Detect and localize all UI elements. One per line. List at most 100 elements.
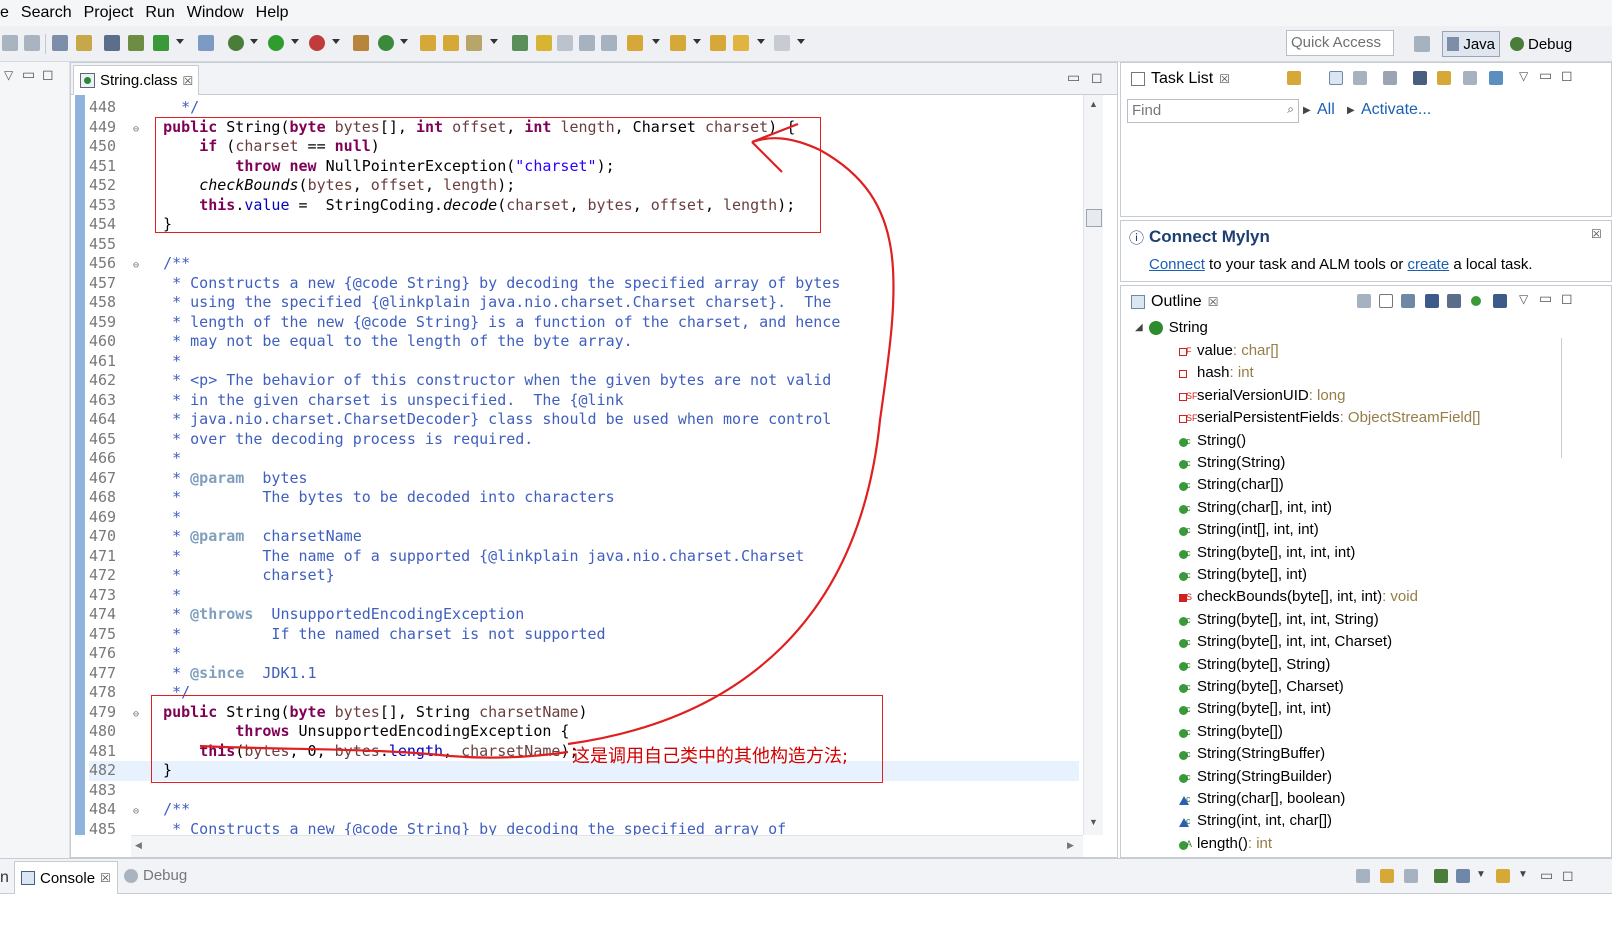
code-line[interactable]: 477 * @since JDK1.1 (89, 664, 1079, 684)
chevron-down-icon[interactable]: ▼ (1476, 869, 1486, 880)
maximize-icon[interactable]: ◻ (1091, 69, 1103, 86)
outline-member[interactable]: c String(char[]) (1177, 474, 1284, 496)
display-console-icon[interactable] (1456, 869, 1470, 883)
chevron-down-icon[interactable] (757, 39, 765, 44)
next-annotation-icon[interactable] (627, 35, 643, 51)
outline-member[interactable]: c String(byte[], int, int) (1177, 698, 1331, 720)
task-find-input[interactable]: Find ⌕ (1127, 99, 1299, 123)
scroll-down-icon[interactable]: ▼ (1089, 817, 1098, 827)
save-icon[interactable] (104, 35, 120, 51)
hide-static-icon[interactable] (1447, 294, 1461, 308)
outline-member[interactable]: Alength() : int (1177, 833, 1272, 855)
toggle-mark-occurrences-icon[interactable] (76, 35, 92, 51)
view-menu-icon[interactable]: ▽ (4, 68, 13, 82)
last-edit-icon[interactable] (710, 35, 726, 51)
code-line[interactable]: 468 * The bytes to be decoded into chara… (89, 488, 1079, 508)
outline-root-class[interactable]: ◢ String (1135, 317, 1208, 339)
checkbox-task-icon[interactable] (153, 35, 169, 51)
scroll-right-icon[interactable]: ▶ (1067, 840, 1074, 851)
run-icon[interactable] (268, 35, 284, 51)
scroll-lock-icon[interactable] (1380, 869, 1394, 883)
run-external-tools-icon[interactable] (309, 35, 325, 51)
perspective-java[interactable]: Java (1442, 31, 1500, 57)
code-line[interactable]: 457 * Constructs a new {@code String} by… (89, 274, 1079, 294)
code-line[interactable]: 455 (89, 235, 1079, 255)
outline-member[interactable]: SF serialVersionUID : long (1177, 385, 1345, 407)
menu-window[interactable]: Window (181, 0, 250, 26)
outline-member[interactable]: c String(byte[], int, int, String) (1177, 609, 1379, 631)
outline-member[interactable]: c String(byte[], int, int, int) (1177, 542, 1355, 564)
scheduled-icon[interactable] (1353, 71, 1367, 85)
sort-icon[interactable] (1379, 294, 1393, 308)
link-icon[interactable] (557, 35, 573, 51)
code-line[interactable]: 448 */ (89, 98, 1079, 118)
tab-debug[interactable]: Debug (124, 867, 187, 884)
code-line[interactable]: 472 * charset} (89, 566, 1079, 586)
undo-icon[interactable] (2, 35, 18, 51)
chevron-down-icon[interactable] (490, 39, 498, 44)
new-java-icon[interactable] (198, 35, 214, 51)
close-icon[interactable]: ☒ (100, 871, 111, 885)
code-line[interactable]: 467 * @param bytes (89, 469, 1079, 489)
code-line[interactable]: 483 (89, 781, 1079, 801)
block-selection-icon[interactable] (579, 35, 595, 51)
outline-member[interactable]: c String(char[], int, int) (1177, 497, 1332, 519)
pin-icon[interactable] (512, 35, 528, 51)
code-line[interactable]: 473 * (89, 586, 1079, 606)
perspective-debug[interactable]: Debug (1506, 31, 1576, 57)
menu-search[interactable]: Search (15, 0, 78, 26)
minimize-icon[interactable]: ▭ (1539, 290, 1552, 307)
code-line[interactable]: 463 * in the given charset is unspecifie… (89, 391, 1079, 411)
forward-arrow-icon[interactable] (774, 35, 790, 51)
repositories-icon[interactable] (1489, 71, 1503, 85)
console-output-area[interactable] (0, 894, 1612, 942)
maximize-icon[interactable]: ◻ (42, 66, 54, 83)
code-line[interactable]: 470 * @param charsetName (89, 527, 1079, 547)
outline-scrollbar[interactable] (1561, 338, 1571, 458)
maximize-icon[interactable]: ◻ (1562, 867, 1574, 884)
outline-member[interactable]: c String(byte[], int) (1177, 564, 1307, 586)
menu-edit[interactable]: e (0, 0, 15, 26)
tab-outline[interactable]: Outline ☒ (1123, 288, 1227, 316)
menu-project[interactable]: Project (78, 0, 140, 26)
horizontal-scrollbar[interactable]: ◀ ▶ (131, 835, 1083, 857)
close-icon[interactable]: ☒ (1208, 295, 1219, 309)
maximize-icon[interactable]: ◻ (1561, 290, 1573, 307)
close-icon[interactable]: ☒ (183, 74, 194, 88)
menu-help[interactable]: Help (250, 0, 295, 26)
chevron-down-icon[interactable] (797, 39, 805, 44)
vertical-scrollbar[interactable]: ▲ ▼ (1083, 95, 1103, 835)
hide-local-types-icon[interactable] (1493, 294, 1507, 308)
close-icon[interactable]: ☒ (1219, 72, 1230, 86)
code-line[interactable]: 459 * length of the new {@code String} i… (89, 313, 1079, 333)
show-whitespace-icon[interactable] (601, 35, 617, 51)
outline-member[interactable]: c String(byte[], Charset) (1177, 676, 1344, 698)
open-type-icon[interactable] (420, 35, 436, 51)
minimize-icon[interactable]: ▭ (1540, 867, 1553, 884)
open-perspective-icon[interactable] (1414, 36, 1430, 52)
hide-fields-icon[interactable] (1425, 294, 1439, 308)
view-menu-icon[interactable]: ▽ (1519, 69, 1528, 83)
search-flashlight-icon[interactable] (466, 35, 482, 51)
scroll-left-icon[interactable]: ◀ (135, 840, 142, 851)
tab-console[interactable]: Console ☒ (14, 861, 118, 894)
minimize-icon[interactable]: ▭ (1067, 69, 1080, 86)
chevron-down-icon[interactable] (693, 39, 701, 44)
focus-icon[interactable] (1383, 71, 1397, 85)
collapse-all-icon[interactable] (1463, 71, 1477, 85)
code-line[interactable]: 484 ⊖ /** (89, 800, 1079, 820)
debug-bug-icon[interactable] (228, 35, 244, 51)
chevron-down-icon[interactable]: ◢ (1135, 317, 1143, 339)
clear-console-icon[interactable] (1356, 869, 1370, 883)
scrollbar-thumb[interactable] (1086, 209, 1102, 227)
minimize-icon[interactable]: ▭ (1539, 67, 1552, 84)
code-line[interactable]: 464 * java.nio.charset.CharsetDecoder} c… (89, 410, 1079, 430)
outline-member[interactable]: c String(StringBuffer) (1177, 743, 1325, 765)
hide-nonpublic-icon[interactable] (1471, 296, 1481, 306)
outline-member[interactable]: c String(StringBuilder) (1177, 766, 1332, 788)
chevron-down-icon[interactable] (291, 39, 299, 44)
open-console-icon[interactable] (1496, 869, 1510, 883)
open-folder-icon[interactable] (443, 35, 459, 51)
outline-member[interactable]: SF serialPersistentFields : ObjectStreamF… (1177, 407, 1480, 429)
code-line[interactable]: 466 * (89, 449, 1079, 469)
